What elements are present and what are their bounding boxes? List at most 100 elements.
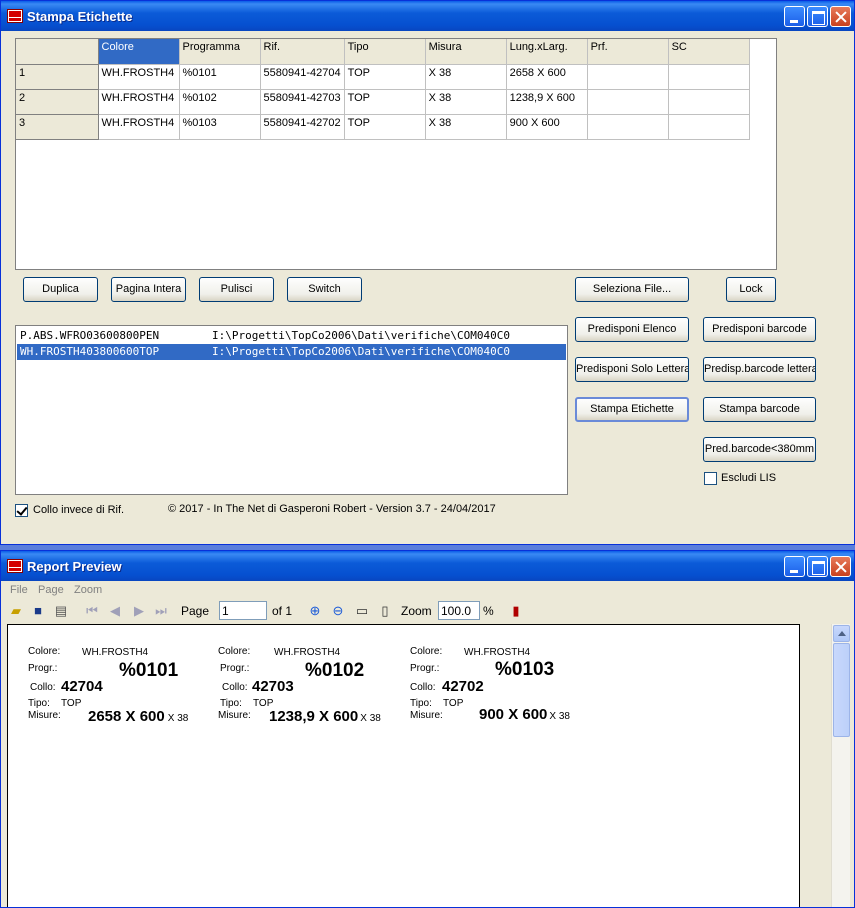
predisponi-solo-lettera-button[interactable]: Predisponi Solo Lettera bbox=[575, 357, 689, 382]
menu-file[interactable]: File bbox=[10, 584, 28, 596]
list-item[interactable]: P.ABS.WFRO03600800PEN I:\Progetti\TopCo2… bbox=[17, 328, 566, 344]
list-item-selected[interactable]: WH.FROSTH403800600TOP I:\Progetti\TopCo2… bbox=[17, 344, 566, 360]
menu-zoom[interactable]: Zoom bbox=[74, 584, 102, 596]
whole-page-icon[interactable]: ▯ bbox=[377, 603, 393, 619]
cell-programma[interactable]: %0102 bbox=[179, 89, 261, 115]
cell-prf[interactable] bbox=[587, 64, 669, 90]
cell-sc[interactable] bbox=[668, 89, 750, 115]
cell-sc[interactable] bbox=[668, 64, 750, 90]
cell-programma[interactable]: %0103 bbox=[179, 114, 261, 140]
pred-barcode-380-button[interactable]: Pred.barcode<380mm bbox=[703, 437, 816, 462]
col-header-sc[interactable]: SC bbox=[668, 39, 750, 65]
pagina-intera-button[interactable]: Pagina Intera bbox=[111, 277, 186, 302]
maximize-button[interactable] bbox=[807, 6, 828, 27]
stampa-barcode-button[interactable]: Stampa barcode bbox=[703, 397, 816, 422]
title-bar[interactable]: Stampa Etichette bbox=[1, 1, 854, 31]
cell-prf[interactable] bbox=[587, 89, 669, 115]
zoom-input[interactable]: 100.0 bbox=[438, 601, 480, 620]
page-width-icon[interactable]: ▭ bbox=[354, 603, 370, 619]
close-button[interactable] bbox=[830, 6, 851, 27]
file-list[interactable]: P.ABS.WFRO03600800PEN I:\Progetti\TopCo2… bbox=[15, 325, 568, 495]
minimize-button[interactable] bbox=[784, 6, 805, 27]
escludi-lis-checkbox[interactable] bbox=[704, 472, 717, 485]
misure-label: Misure: bbox=[410, 710, 443, 721]
preview-page[interactable]: Colore: WH.FROSTH4 Progr.: %0101 Collo: … bbox=[7, 624, 800, 907]
lock-button[interactable]: Lock bbox=[726, 277, 776, 302]
colore-label: Colore: bbox=[218, 646, 251, 657]
cell-lung-larg[interactable]: 1238,9 X 600 bbox=[506, 89, 588, 115]
progr-label: Progr.: bbox=[410, 663, 440, 674]
page-number-input[interactable]: 1 bbox=[219, 601, 267, 620]
cell-sc[interactable] bbox=[668, 114, 750, 140]
seleziona-file-button[interactable]: Seleziona File... bbox=[575, 277, 689, 302]
col-header-rif[interactable]: Rif. bbox=[260, 39, 345, 65]
cell-prf[interactable] bbox=[587, 114, 669, 140]
col-header-misura[interactable]: Misura bbox=[425, 39, 507, 65]
col-header-colore[interactable]: Colore bbox=[98, 39, 180, 65]
zoom-in-icon[interactable]: ⊕ bbox=[307, 603, 323, 619]
label-card: Colore: WH.FROSTH4 Progr.: %0101 Collo: … bbox=[26, 625, 216, 735]
cell-lung-larg[interactable]: 900 X 600 bbox=[506, 114, 588, 140]
misure-value: 1238,9 X 600 X 38 bbox=[269, 708, 381, 725]
title-bar[interactable]: Report Preview bbox=[1, 551, 854, 581]
table-row[interactable]: 2 WH.FROSTH4 %0102 5580941-42703 TOP X 3… bbox=[16, 89, 750, 115]
cell-tipo[interactable]: TOP bbox=[344, 89, 426, 115]
collo-label: Collo: bbox=[30, 682, 56, 693]
etichette-grid[interactable]: Colore Programma Rif. Tipo Misura Lung.x… bbox=[15, 38, 777, 270]
scroll-thumb[interactable] bbox=[833, 643, 850, 737]
cell-rif[interactable]: 5580941-42704 bbox=[260, 64, 345, 90]
file-name: WH.FROSTH403800600TOP bbox=[20, 345, 160, 358]
collo-invece-checkbox[interactable] bbox=[15, 504, 28, 517]
cell-tipo[interactable]: TOP bbox=[344, 114, 426, 140]
file-name: P.ABS.WFRO03600800PEN bbox=[20, 329, 160, 342]
predisponi-barcode-button[interactable]: Predisponi barcode bbox=[703, 317, 816, 342]
cell-rif[interactable]: 5580941-42702 bbox=[260, 114, 345, 140]
save-icon[interactable]: ■ bbox=[30, 603, 46, 619]
cell-misura[interactable]: X 38 bbox=[425, 89, 507, 115]
cell-misura[interactable]: X 38 bbox=[425, 114, 507, 140]
print-icon[interactable]: ▤ bbox=[53, 603, 69, 619]
row-number: 3 bbox=[16, 114, 99, 140]
cell-tipo[interactable]: TOP bbox=[344, 64, 426, 90]
last-page-icon[interactable]: ⏭ bbox=[153, 603, 169, 619]
cell-programma[interactable]: %0101 bbox=[179, 64, 261, 90]
misure-dimensions: 900 X 600 bbox=[479, 706, 548, 723]
vertical-scrollbar[interactable] bbox=[831, 624, 850, 907]
table-row[interactable]: 3 WH.FROSTH4 %0103 5580941-42702 TOP X 3… bbox=[16, 114, 750, 140]
close-button[interactable] bbox=[830, 556, 851, 577]
pulisci-button[interactable]: Pulisci bbox=[199, 277, 274, 302]
misure-dimensions: 1238,9 X 600 bbox=[269, 708, 359, 725]
minimize-button[interactable] bbox=[784, 556, 805, 577]
menu-page[interactable]: Page bbox=[38, 584, 64, 596]
first-page-icon[interactable]: ⏮ bbox=[84, 603, 100, 619]
open-folder-icon[interactable]: ▰ bbox=[8, 603, 24, 619]
scroll-up-arrow-icon[interactable] bbox=[833, 625, 850, 642]
progr-label: Progr.: bbox=[28, 663, 58, 674]
cell-rif[interactable]: 5580941-42703 bbox=[260, 89, 345, 115]
col-header-programma[interactable]: Programma bbox=[179, 39, 261, 65]
stampa-etichette-button[interactable]: Stampa Etichette bbox=[575, 397, 689, 422]
cell-colore[interactable]: WH.FROSTH4 bbox=[98, 64, 180, 90]
zoom-percent-label: % bbox=[483, 604, 494, 618]
switch-button[interactable]: Switch bbox=[287, 277, 362, 302]
col-header-prf[interactable]: Prf. bbox=[587, 39, 669, 65]
cell-colore[interactable]: WH.FROSTH4 bbox=[98, 114, 180, 140]
preview-toolbar: ▰ ■ ▤ ⏮ ◀ ▶ ⏭ Page 1 of 1 ⊕ ⊖ ▭ ▯ Zoom 1… bbox=[1, 599, 854, 623]
misure-label: Misure: bbox=[218, 710, 251, 721]
zoom-out-icon[interactable]: ⊖ bbox=[330, 603, 346, 619]
cell-lung-larg[interactable]: 2658 X 600 bbox=[506, 64, 588, 90]
next-page-icon[interactable]: ▶ bbox=[131, 603, 147, 619]
predisponi-elenco-button[interactable]: Predisponi Elenco bbox=[575, 317, 689, 342]
maximize-button[interactable] bbox=[807, 556, 828, 577]
predisp-barcode-lettera-button[interactable]: Predisp.barcode lettera bbox=[703, 357, 816, 382]
cell-colore[interactable]: WH.FROSTH4 bbox=[98, 89, 180, 115]
app-icon bbox=[7, 9, 23, 23]
exit-icon[interactable]: ▮ bbox=[508, 603, 524, 619]
col-header-lung-larg[interactable]: Lung.xLarg. bbox=[506, 39, 588, 65]
cell-misura[interactable]: X 38 bbox=[425, 64, 507, 90]
prev-page-icon[interactable]: ◀ bbox=[107, 603, 123, 619]
duplica-button[interactable]: Duplica bbox=[23, 277, 98, 302]
progr-value: %0102 bbox=[305, 660, 365, 681]
table-row[interactable]: 1 WH.FROSTH4 %0101 5580941-42704 TOP X 3… bbox=[16, 64, 750, 90]
col-header-tipo[interactable]: Tipo bbox=[344, 39, 426, 65]
